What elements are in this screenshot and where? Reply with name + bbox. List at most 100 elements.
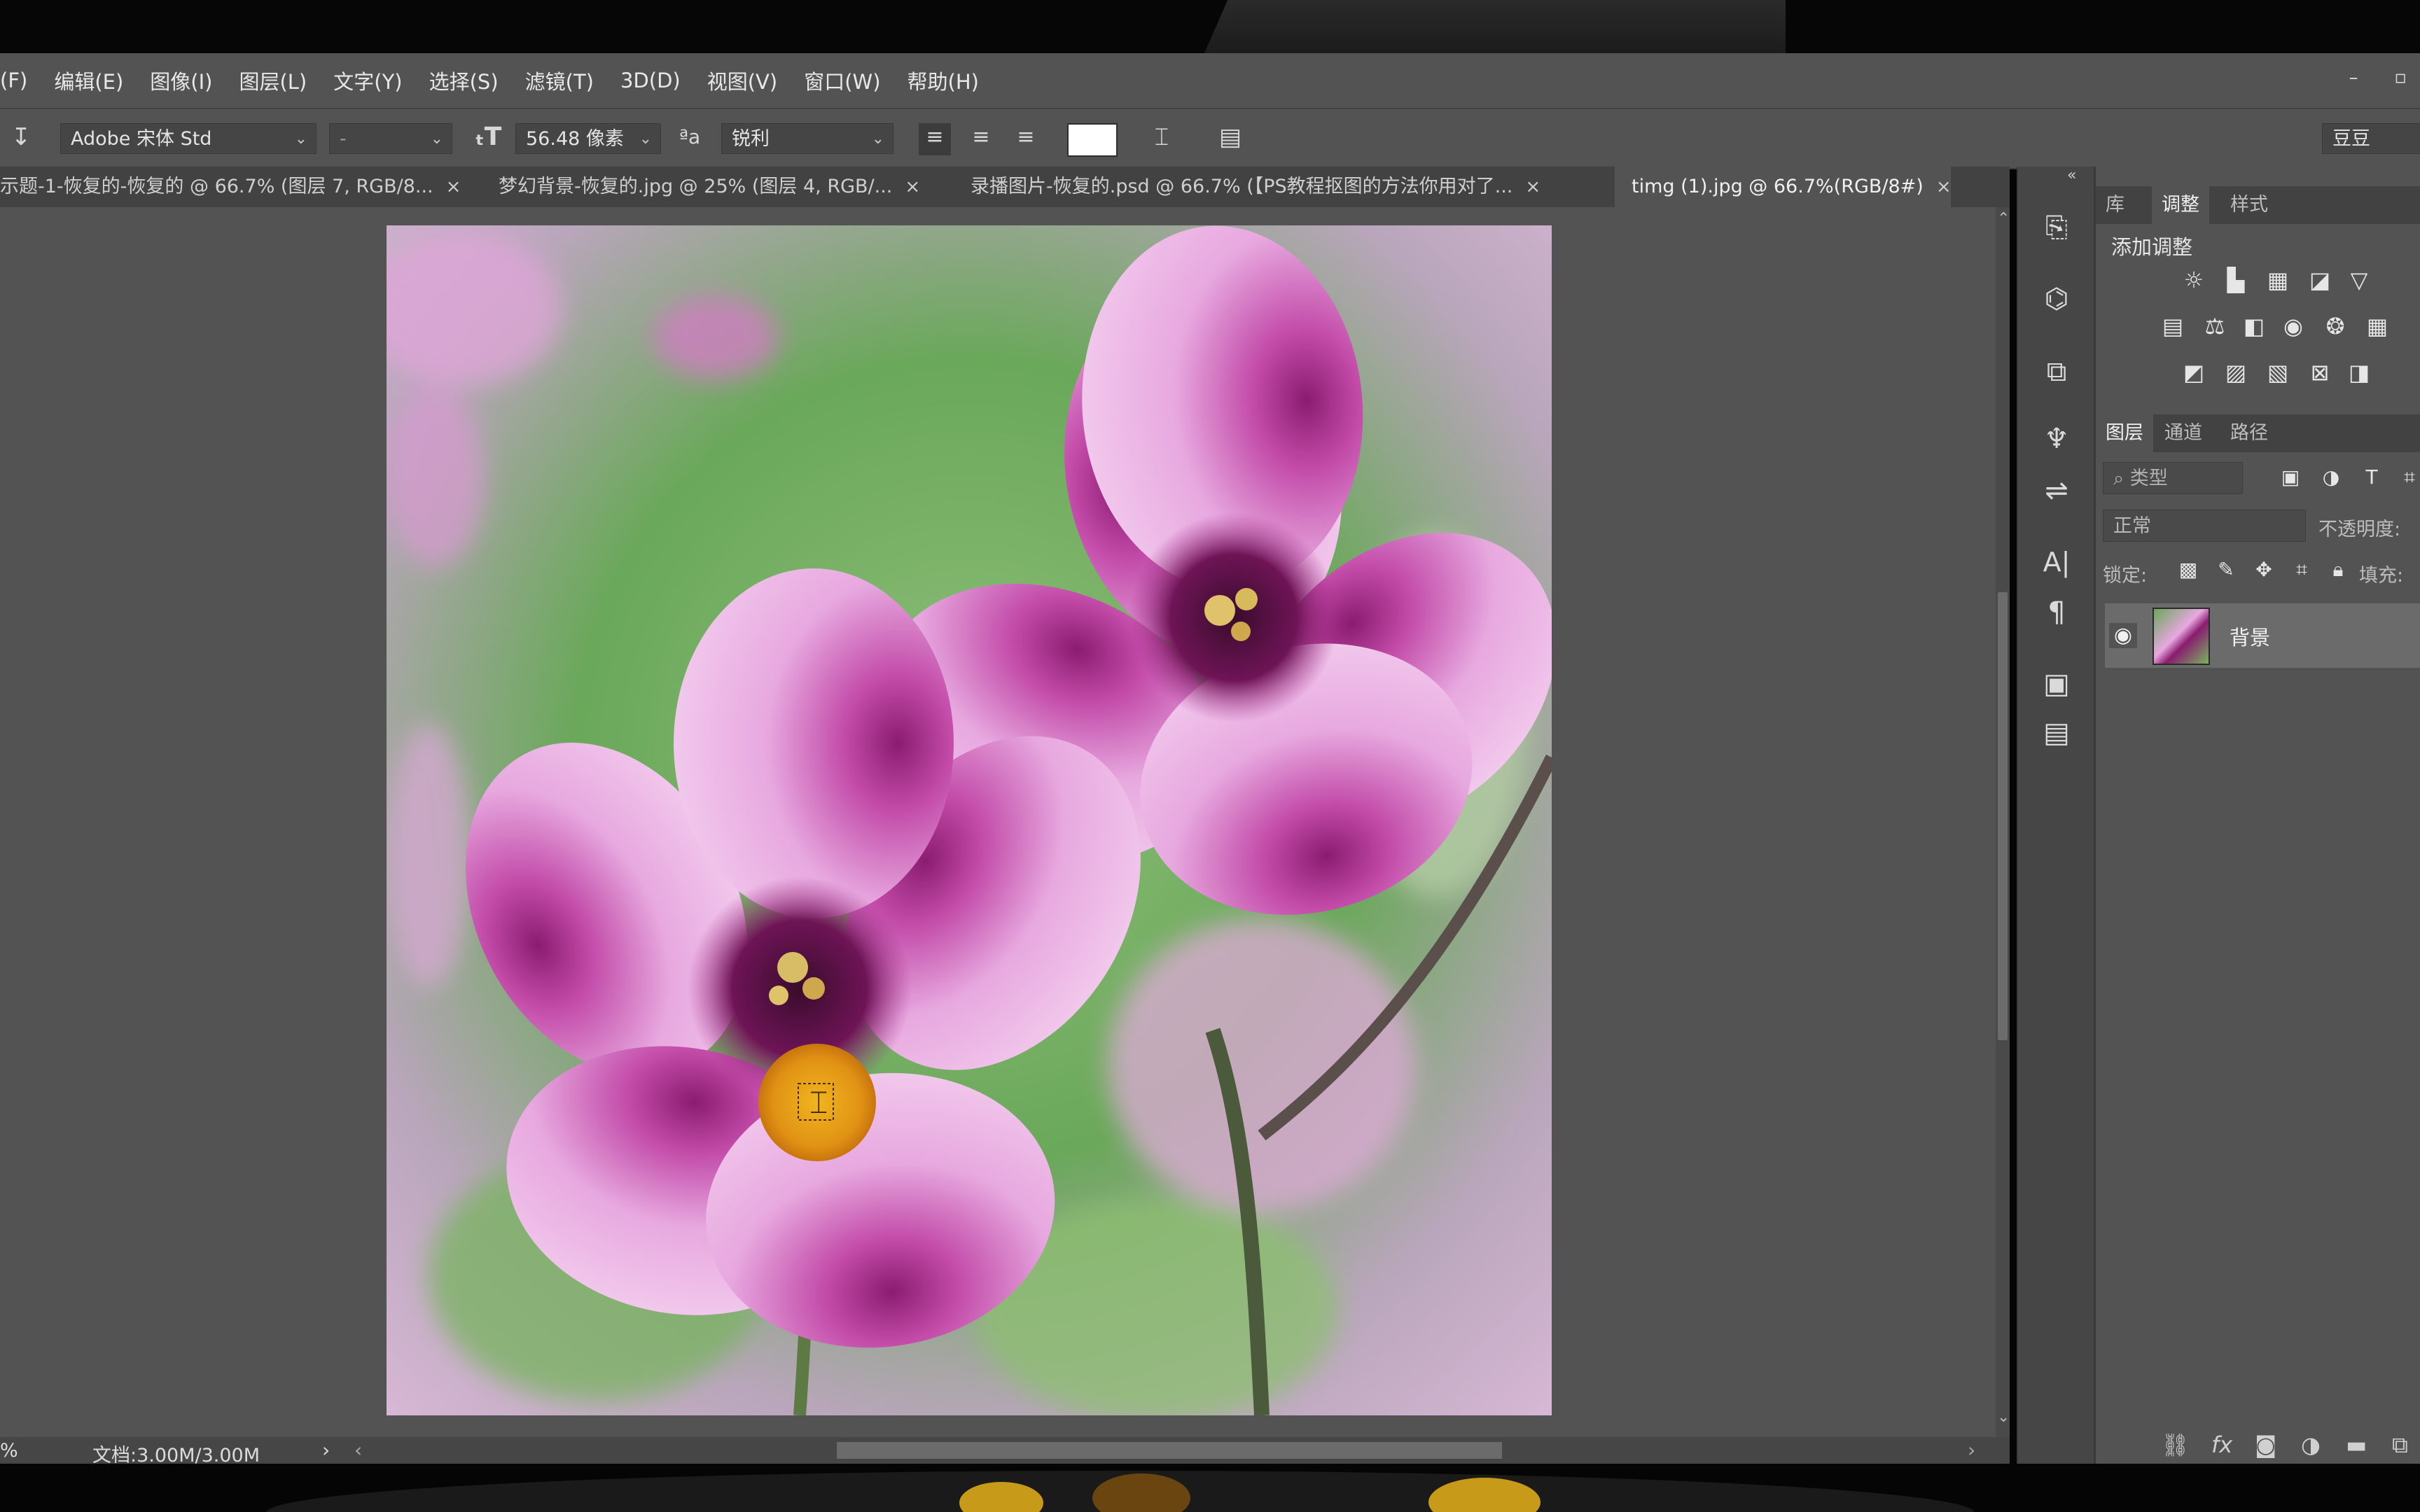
preset-select[interactable]: 豆豆 — [2322, 123, 2420, 154]
paragraph-styles-icon[interactable]: ▤ — [2039, 715, 2074, 750]
color-balance-icon[interactable]: ⚖ — [2201, 312, 2229, 340]
menu-edit[interactable]: 编辑(E) — [54, 66, 123, 95]
menu-help[interactable]: 帮助(H) — [908, 66, 979, 95]
exposure-icon[interactable]: ◪ — [2306, 266, 2334, 294]
menu-type[interactable]: 文字(Y) — [333, 66, 402, 95]
tab-doc-active[interactable]: timg (1).jpg @ 66.7%(RGB/8#) × — [1615, 167, 1951, 207]
hue-saturation-icon[interactable]: ▤ — [2159, 312, 2187, 340]
menu-layer[interactable]: 图层(L) — [239, 66, 307, 95]
new-group-icon[interactable]: ▬ — [2346, 1432, 2367, 1458]
status-menu-arrow-icon[interactable]: › — [322, 1438, 330, 1462]
tab-doc-3[interactable]: 录播图片-恢复的.psd @ 66.7% (【PS教程抠图的方法你用对了... × — [971, 167, 1604, 207]
scroll-right-icon[interactable]: › — [1968, 1438, 1975, 1462]
character-styles-icon[interactable]: ▣ — [2039, 666, 2074, 701]
tab-styles[interactable]: 样式 — [2220, 186, 2278, 224]
lock-artboard-icon[interactable]: ⌗ — [2288, 556, 2316, 584]
menu-image[interactable]: 图像(I) — [150, 66, 212, 95]
menu-window[interactable]: 窗口(W) — [804, 66, 880, 95]
tab-paths[interactable]: 路径 — [2220, 414, 2278, 452]
lock-paint-icon[interactable]: ✎ — [2212, 556, 2240, 584]
align-center-icon[interactable]: ≡ — [965, 123, 997, 151]
menu-filter[interactable]: 滤镜(T) — [525, 66, 594, 95]
color-lookup-icon[interactable]: ▦ — [2363, 312, 2391, 340]
tab-library[interactable]: 库 — [2096, 186, 2134, 224]
blend-mode-select[interactable]: 正常 — [2103, 510, 2306, 542]
tab-channels[interactable]: 通道 — [2155, 414, 2212, 452]
minimize-icon[interactable]: – — [2343, 67, 2364, 88]
font-size-select[interactable]: 56.48 像素 ⌄ — [515, 123, 661, 154]
filter-type-icon[interactable]: T — [2358, 463, 2386, 491]
close-icon[interactable]: × — [1525, 167, 1541, 207]
horizontal-scroll-thumb[interactable] — [837, 1442, 1502, 1459]
properties-icon[interactable]: ⇌ — [2039, 473, 2074, 508]
posterize-icon[interactable]: ▨ — [2222, 358, 2250, 386]
fx-icon[interactable]: fx — [2211, 1432, 2232, 1458]
align-right-icon[interactable]: ≡ — [1010, 123, 1042, 151]
invert-icon[interactable]: ◩ — [2180, 358, 2208, 386]
menu-file[interactable]: (F) — [0, 69, 27, 92]
filter-pixel-icon[interactable]: ▣ — [2276, 463, 2304, 491]
layers-panel-tabs: 图层 通道 路径 — [2096, 414, 2420, 452]
font-style-value: - — [340, 128, 347, 150]
tab-adjustments[interactable]: 调整 — [2152, 186, 2209, 224]
channel-mixer-icon[interactable]: ❂ — [2321, 312, 2349, 340]
gradient-map-icon[interactable]: ◨ — [2345, 358, 2373, 386]
align-left-icon[interactable]: ≡ — [919, 123, 951, 155]
visibility-eye-icon[interactable]: ◉ — [2109, 623, 2137, 648]
maximize-icon[interactable]: ▫ — [2390, 67, 2411, 88]
menu-bar: (F) 编辑(E) 图像(I) 图层(L) 文字(Y) 选择(S) 滤镜(T) … — [0, 53, 2420, 108]
font-style-select[interactable]: - ⌄ — [329, 123, 452, 154]
brush-presets-icon[interactable]: ♆ — [2039, 421, 2074, 456]
new-layer-icon[interactable]: ⧉ — [2392, 1432, 2408, 1459]
font-family-select[interactable]: Adobe 宋体 Std ⌄ — [60, 123, 317, 154]
scroll-left-icon[interactable]: ‹ — [354, 1438, 362, 1462]
antialias-select[interactable]: 锐利 ⌄ — [721, 123, 893, 154]
close-icon[interactable]: × — [446, 167, 461, 207]
new-adjustment-layer-icon[interactable]: ◑ — [2301, 1432, 2321, 1458]
threshold-icon[interactable]: ▧ — [2264, 358, 2292, 386]
paragraph-icon[interactable]: ¶ — [2039, 595, 2074, 630]
vibrance-icon[interactable]: ▽ — [2345, 266, 2373, 294]
tab-doc-2[interactable]: 梦幻背景-恢复的.jpg @ 25% (图层 4, RGB/... × — [499, 167, 940, 207]
vertical-type-tool-icon[interactable]: ↧ — [6, 123, 36, 151]
link-layers-icon[interactable]: ⛓ — [2161, 1432, 2190, 1458]
layer-row-background[interactable]: ◉ 背景 — [2105, 603, 2420, 668]
character-panel-icon[interactable]: ▤ — [1213, 123, 1248, 151]
lock-all-icon[interactable]: 🔒︎ — [2324, 556, 2352, 584]
top-screen-band — [0, 0, 2420, 53]
history-icon[interactable]: ⎘ — [2039, 210, 2074, 245]
tab-doc-1[interactable]: 示题-1-恢复的-恢复的 @ 66.7% (图层 7, RGB/8... × — [0, 167, 469, 207]
tab-layers[interactable]: 图层 — [2096, 414, 2153, 452]
levels-icon[interactable]: ▙ — [2222, 266, 2250, 294]
vertical-scrollbar[interactable] — [1996, 207, 2010, 1437]
brightness-icon[interactable]: ☼ — [2180, 266, 2208, 294]
fill-label: 填充: — [2359, 565, 2404, 587]
collapse-panels-icon[interactable]: « — [2067, 167, 2076, 184]
scroll-up-icon[interactable]: ⌃ — [1997, 210, 2010, 227]
warp-text-icon[interactable]: ⌶ — [1146, 123, 1178, 151]
layer-filter-select[interactable]: ⌕ 类型 — [2103, 462, 2243, 494]
flower-photo[interactable]: ⌶ — [387, 225, 1552, 1415]
curves-icon[interactable]: ▦ — [2264, 266, 2292, 294]
character-icon[interactable]: A| — [2039, 545, 2074, 580]
black-white-icon[interactable]: ◧ — [2240, 312, 2268, 340]
scroll-down-icon[interactable]: ⌄ — [1997, 1408, 2010, 1426]
close-icon[interactable]: × — [905, 167, 920, 207]
vertical-scroll-thumb[interactable] — [1998, 592, 2008, 1040]
lock-transparent-icon[interactable]: ▩ — [2174, 556, 2202, 584]
selective-color-icon[interactable]: ⊠ — [2306, 358, 2334, 386]
text-color-swatch[interactable] — [1067, 123, 1118, 157]
zoom-readout[interactable]: % — [0, 1440, 18, 1462]
3d-icon[interactable]: ⌬ — [2039, 281, 2074, 316]
add-mask-icon[interactable]: ◙ — [2255, 1432, 2276, 1458]
menu-view[interactable]: 视图(V) — [707, 66, 777, 95]
photo-filter-icon[interactable]: ◉ — [2279, 312, 2307, 340]
menu-select[interactable]: 选择(S) — [429, 66, 499, 95]
bottom-screen-band — [0, 1464, 2420, 1512]
filter-shape-icon[interactable]: ⌗ — [2395, 463, 2420, 491]
close-icon[interactable]: × — [1936, 167, 1951, 207]
lock-position-icon[interactable]: ✥ — [2250, 556, 2278, 584]
clone-source-icon[interactable]: ⧉ — [2039, 354, 2074, 389]
filter-adjustment-icon[interactable]: ◑ — [2317, 463, 2345, 491]
menu-3d[interactable]: 3D(D) — [620, 69, 681, 92]
